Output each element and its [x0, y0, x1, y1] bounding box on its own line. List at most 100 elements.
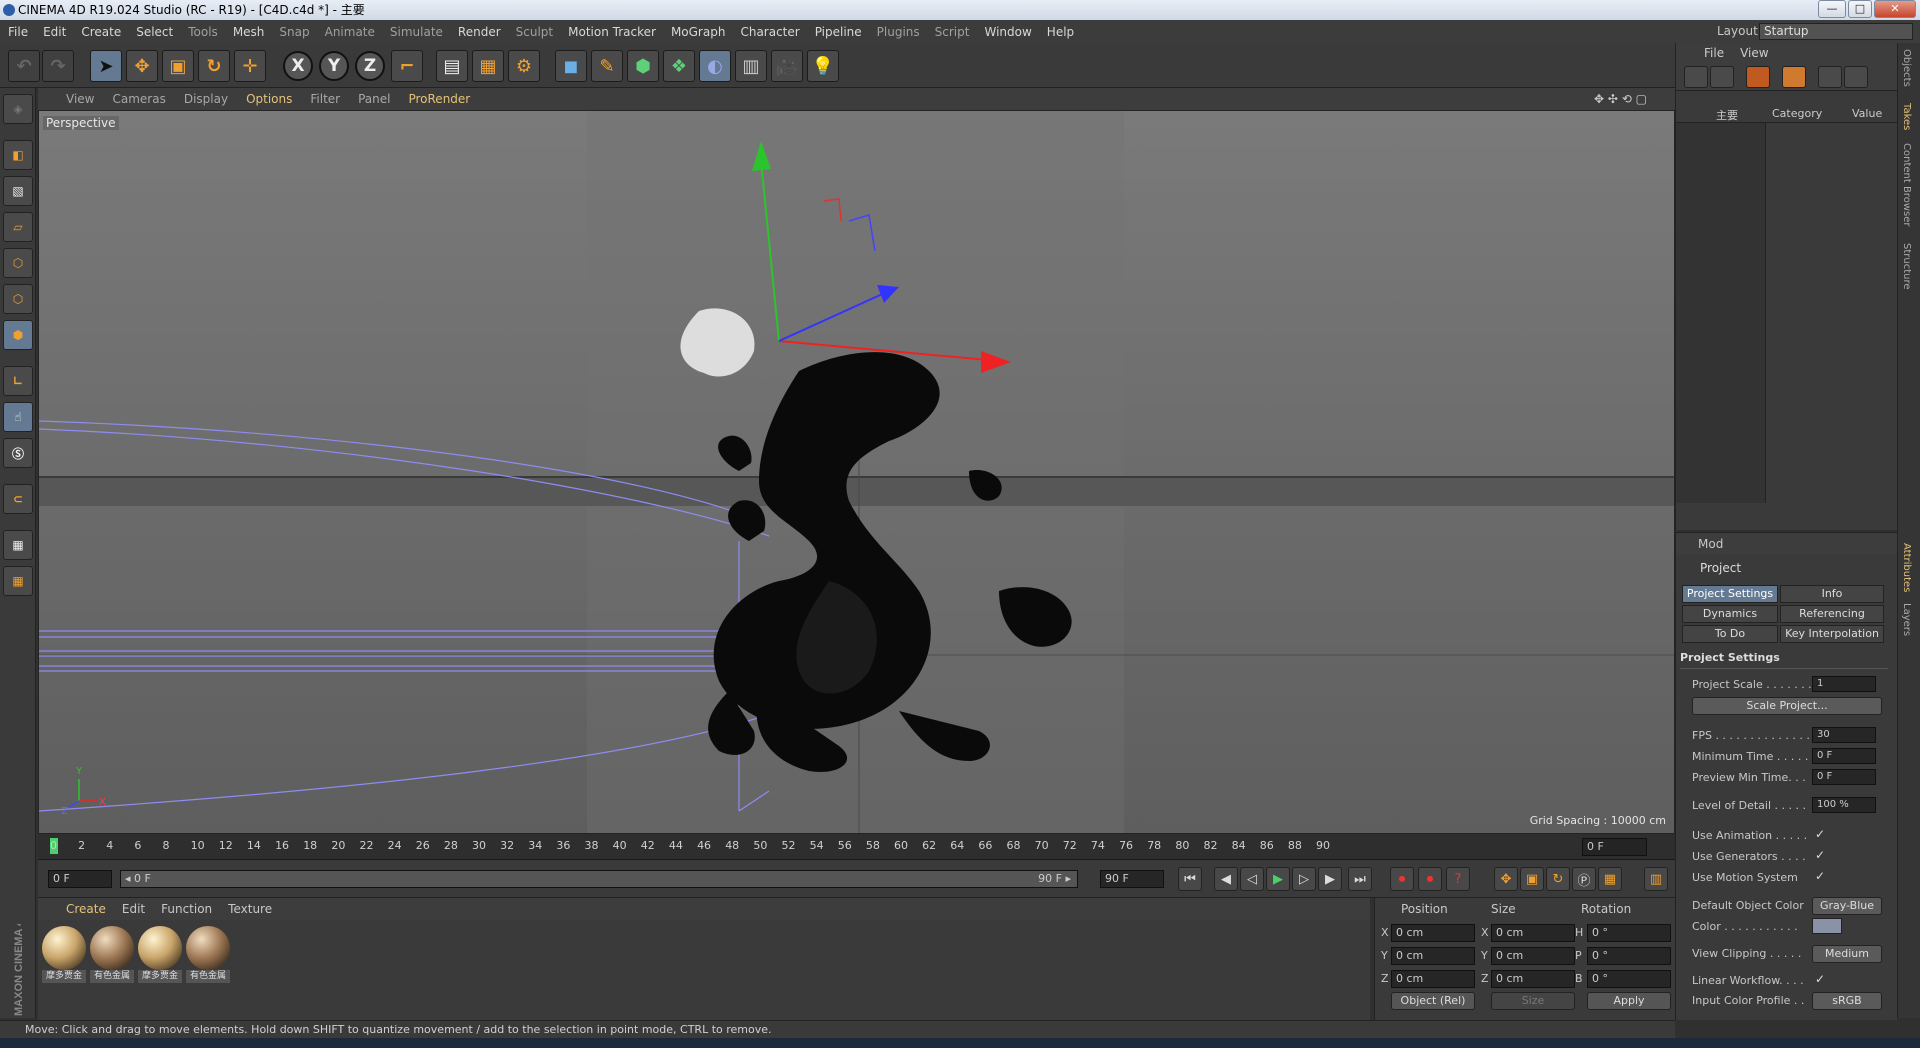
tab-referencing[interactable]: Referencing [1780, 605, 1884, 623]
coord-rot-p-field[interactable]: 0 ° [1587, 947, 1671, 965]
transform-tool-icon[interactable]: ✛ [234, 50, 266, 82]
tab-info[interactable]: Info [1780, 585, 1884, 603]
axis-mode-icon[interactable]: ∟ [3, 366, 33, 396]
move-tool-icon[interactable]: ✥ [126, 50, 158, 82]
polygons-mode-icon[interactable]: ⬢ [3, 320, 33, 350]
preview-min-time-field[interactable]: 0 F [1812, 769, 1876, 785]
points-mode-icon[interactable]: ⬡ [3, 248, 33, 278]
preview-range-slider[interactable]: ◂ 0 F 90 F ▸ [120, 870, 1078, 888]
previous-key-icon[interactable]: ◀ [1214, 867, 1238, 891]
attribute-mode-menu[interactable]: Mod [1698, 537, 1723, 551]
end-frame-field[interactable]: 90 F [1100, 870, 1164, 888]
color-swatch[interactable] [1812, 918, 1842, 934]
cloner-icon[interactable]: ❖ [663, 50, 695, 82]
material-menu-create[interactable]: Create [66, 902, 106, 916]
record-parameter-icon[interactable]: Ⓟ [1572, 867, 1596, 891]
record-scale-icon[interactable]: ▣ [1520, 867, 1544, 891]
make-editable-icon[interactable]: ◈ [3, 94, 33, 124]
menu-render[interactable]: Render [458, 25, 501, 39]
camera-icon[interactable]: 🎥 [771, 50, 803, 82]
coord-rot-h-field[interactable]: 0 ° [1587, 924, 1671, 942]
menu-animate[interactable]: Animate [325, 25, 375, 39]
snap-magnet-icon[interactable]: ⊂ [3, 484, 33, 514]
tab-project-settings[interactable]: Project Settings [1682, 585, 1778, 603]
viewport-menu-options[interactable]: Options [246, 92, 292, 106]
level-of-detail-field[interactable]: 100 % [1812, 797, 1876, 813]
viewport-menu-prorender[interactable]: ProRender [408, 92, 470, 106]
menu-sculpt[interactable]: Sculpt [516, 25, 553, 39]
take-override-icon[interactable] [1746, 66, 1770, 88]
menu-pipeline[interactable]: Pipeline [815, 25, 862, 39]
close-button[interactable]: ✕ [1874, 0, 1916, 18]
material-swatch[interactable]: 摩多贾金 [138, 926, 182, 984]
material-swatch[interactable]: 有色金属 [186, 926, 230, 984]
menu-snap[interactable]: Snap [279, 25, 309, 39]
go-to-start-icon[interactable]: ⏮ [1178, 867, 1202, 891]
root-object-label[interactable]: 主要 [1716, 107, 1738, 123]
side-tab-layers[interactable]: Layers [1901, 603, 1912, 636]
menu-plugins[interactable]: Plugins [877, 25, 920, 39]
next-key-icon[interactable]: ▶ [1318, 867, 1342, 891]
redo-icon[interactable]: ↷ [42, 50, 74, 82]
coord-size-dropdown[interactable]: Size [1491, 992, 1575, 1010]
menu-simulate[interactable]: Simulate [390, 25, 443, 39]
tab-key-interpolation[interactable]: Key Interpolation [1780, 625, 1884, 643]
viewport-navigation-icons[interactable]: ✥ ✣ ⟲ ▢ [1594, 92, 1647, 106]
take-render-icon[interactable] [1818, 66, 1842, 88]
undo-icon[interactable]: ↶ [8, 50, 40, 82]
tweak-mode-icon[interactable]: ☝ [3, 402, 33, 432]
go-to-end-icon[interactable]: ⏭ [1348, 867, 1372, 891]
menu-character[interactable]: Character [740, 25, 799, 39]
record-active-objects-icon[interactable]: ⏺ [1390, 867, 1414, 891]
subdivision-surface-icon[interactable]: ⬢ [627, 50, 659, 82]
side-tab-attributes[interactable]: Attributes [1901, 543, 1912, 592]
minimize-button[interactable]: — [1818, 0, 1846, 18]
planar-workplane-icon[interactable]: ▦ [3, 566, 33, 596]
input-color-profile-dropdown[interactable]: sRGB [1812, 992, 1882, 1010]
take-add-icon[interactable] [1684, 66, 1708, 88]
use-animation-checkbox[interactable]: ✓ [1815, 827, 1825, 841]
perspective-viewport[interactable]: Y Z X Perspective Grid Spacing : 10000 c… [38, 110, 1675, 834]
workplane-icon[interactable]: ▱ [3, 212, 33, 242]
layout-dropdown[interactable]: Startup [1759, 23, 1913, 40]
fps-field[interactable]: 30 [1812, 727, 1876, 743]
use-generators-checkbox[interactable]: ✓ [1815, 848, 1825, 862]
menu-window[interactable]: Window [984, 25, 1031, 39]
coord-mode-dropdown[interactable]: Object (Rel) [1391, 992, 1475, 1010]
solo-mode-icon[interactable]: Ⓢ [3, 438, 33, 468]
menu-script[interactable]: Script [935, 25, 970, 39]
side-tab-content-browser[interactable]: Content Browser [1901, 143, 1912, 226]
object-tree[interactable] [1676, 123, 1766, 503]
timeline-ruler[interactable]: 0 2 4 6 8 10 12 14 16 18 20 22 24 26 28 30 32 34 36 38 40 42 4… [38, 834, 1675, 860]
linear-workflow-checkbox[interactable]: ✓ [1815, 972, 1825, 986]
menu-tools[interactable]: Tools [188, 25, 218, 39]
viewport-menu-view[interactable]: View [66, 92, 94, 106]
menu-file[interactable]: File [8, 25, 28, 39]
menu-create[interactable]: Create [81, 25, 121, 39]
tab-to-do[interactable]: To Do [1682, 625, 1778, 643]
apply-button[interactable]: Apply [1587, 992, 1671, 1010]
material-swatch[interactable]: 有色金属 [90, 926, 134, 984]
use-motion-system-checkbox[interactable]: ✓ [1815, 869, 1825, 883]
autokeying-icon[interactable]: ⏺ [1418, 867, 1442, 891]
menu-motion-tracker[interactable]: Motion Tracker [568, 25, 656, 39]
tab-dynamics[interactable]: Dynamics [1682, 605, 1778, 623]
side-tab-objects[interactable]: Objects [1901, 49, 1912, 87]
render-picture-viewer-icon[interactable]: ▦ [472, 50, 504, 82]
menu-help[interactable]: Help [1047, 25, 1074, 39]
y-axis-lock-button[interactable]: Y [319, 51, 349, 81]
play-forward-icon[interactable]: ▶ [1266, 867, 1290, 891]
previous-frame-icon[interactable]: ◁ [1240, 867, 1264, 891]
viewport-menu-display[interactable]: Display [184, 92, 228, 106]
coord-size-z-field[interactable]: 0 cm [1491, 970, 1575, 988]
start-frame-field[interactable]: 0 F [48, 870, 112, 888]
material-menu-function[interactable]: Function [161, 902, 212, 916]
current-frame-field[interactable]: 0 F [1582, 838, 1647, 856]
record-position-icon[interactable]: ✥ [1494, 867, 1518, 891]
object-menu-view[interactable]: View [1740, 46, 1768, 60]
texture-mode-icon[interactable]: ▧ [3, 176, 33, 206]
material-swatch[interactable]: 摩多贾金 [42, 926, 86, 984]
view-clipping-dropdown[interactable]: Medium [1812, 945, 1882, 963]
coord-pos-z-field[interactable]: 0 cm [1391, 970, 1475, 988]
coord-rot-b-field[interactable]: 0 ° [1587, 970, 1671, 988]
